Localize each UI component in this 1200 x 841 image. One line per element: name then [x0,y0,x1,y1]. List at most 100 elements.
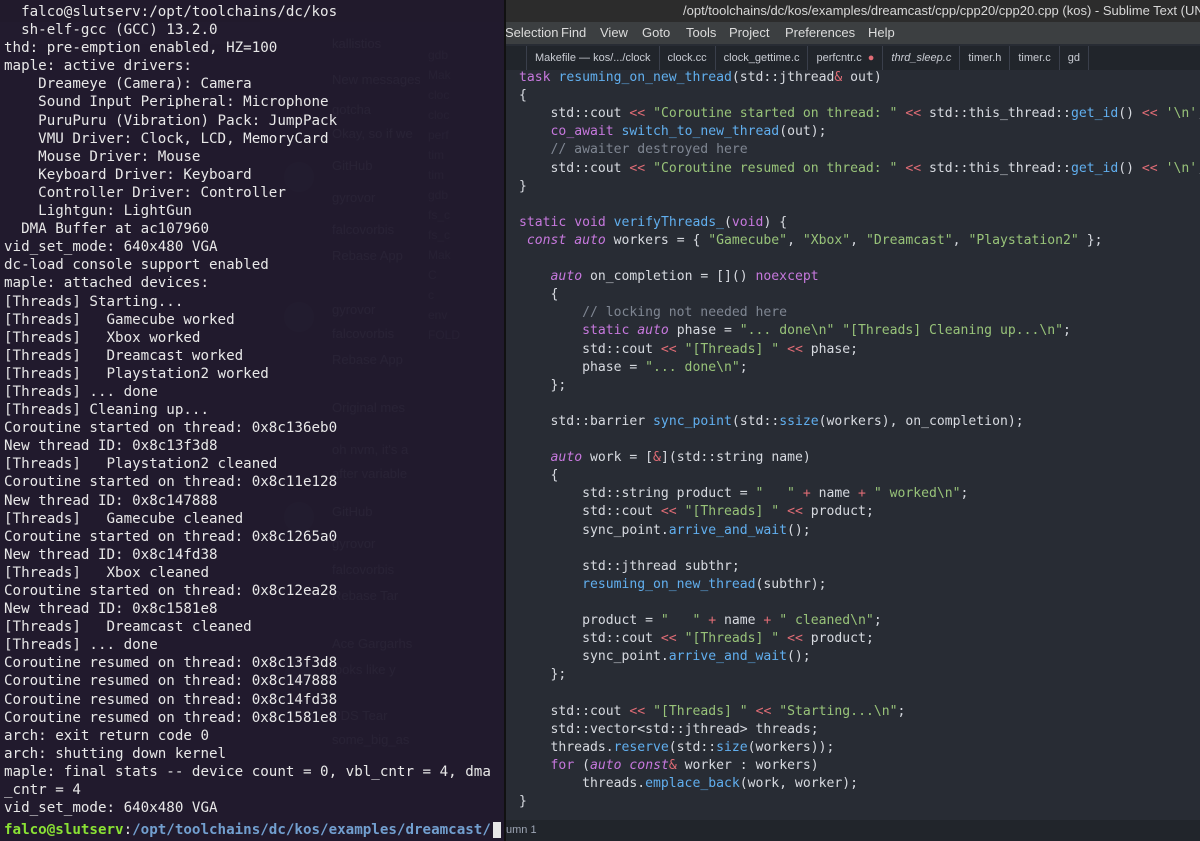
tab-label: gd [1067,52,1080,64]
terminal-line: arch: shutting down kernel [4,745,227,762]
prompt-user: falco@slutserv [4,822,124,838]
menu-preferences[interactable]: Preferences [785,22,855,44]
terminal-line: Lightgun: LightGun [4,203,192,220]
tab-file[interactable]: perfcntr.c ● [808,46,884,70]
code-line: std::barrier sync_point(std::ssize(worke… [519,413,1024,429]
tab-label: clock.cc [667,52,707,64]
code-line: std::vector<std::jthread> threads; [519,721,819,737]
terminal-line: [Threads] ... done [4,637,158,654]
sublime-status-bar: umn 1 [506,820,1200,841]
menu-goto[interactable]: Goto [642,22,670,44]
terminal-line: sh-elf-gcc (GCC) 13.2.0 [4,22,218,39]
tab-label: timer.c [1018,52,1051,64]
terminal-line: Dreameye (Camera): Camera [4,76,252,93]
code-line: auto on_completion = []() noexcept [550,269,819,285]
code-line: std::string product = " " + name + " wor… [519,486,969,502]
code-line: } [519,794,527,809]
tab-file[interactable]: clock_gettime.c [716,46,809,70]
terminal-line: Coroutine started on thread: 0x8c12ea28 [4,583,338,599]
terminal-line: maple: final stats -- device count = 0, … [4,763,491,780]
terminal-line: [Threads] Gamecube worked [4,311,235,328]
terminal-line: [Threads] Playstation2 worked [4,365,269,382]
menu-help[interactable]: Help [868,22,895,44]
menu-tools[interactable]: Tools [686,22,716,44]
code-line: static auto phase = "... done\n" "[Threa… [582,323,1071,339]
tab-overflow-left[interactable] [506,46,527,70]
code-line: resuming_on_new_thread(subthr); [582,576,827,592]
terminal-output: falco@slutserv:/opt/toolchains/dc/kos sh… [4,3,502,817]
terminal-line: PuruPuru (Vibration) Pack: JumpPack [4,112,338,129]
terminal-line: [Threads] Playstation2 cleaned [4,456,278,473]
tab-file[interactable]: clock.cc [660,46,716,70]
code-line: // awaiter destroyed here [519,142,748,158]
code-line: sync_point.arrive_and_wait(); [519,522,811,538]
code-line: std::cout << "[Threads] " << product; [519,504,874,520]
code-line: }; [519,667,567,683]
terminal-line: New thread ID: 0x8c1581e8 [4,601,218,618]
code-line: std::cout << "[Threads] " << phase; [519,341,859,357]
code-line: std::cout << "[Threads] " << product; [519,631,874,647]
code-line: auto work = [&](std::string name) [550,450,811,466]
code-line: std::cout << "[Threads] " << "Starting..… [519,703,906,719]
code-line: std::cout << "Coroutine started on threa… [519,106,1200,122]
code-line: phase = "... done\n"; [519,359,748,375]
tab-file[interactable]: gd [1060,46,1089,70]
window-divider [504,0,506,841]
tab-label: perfcntr.c [816,52,862,64]
status-column-text: umn 1 [506,824,537,836]
terminal-line: Coroutine resumed on thread: 0x8c1581e8 [4,709,338,726]
menu-project[interactable]: Project [729,22,769,44]
menu-find[interactable]: Find [561,22,586,44]
terminal-line: [Threads] ... done [4,383,158,400]
terminal-line: VMU Driver: Clock, LCD, MemoryCard [4,130,329,147]
terminal-line: New thread ID: 0x8c14fd38 [4,546,218,563]
code-line: std::jthread subthr; [519,558,740,574]
menu-view[interactable]: View [600,22,628,44]
code-line: std::cout << "Coroutine resumed on threa… [519,160,1200,176]
terminal-line: New thread ID: 0x8c13f3d8 [4,438,218,455]
code-line: { [519,287,559,303]
code-line: { [519,468,559,484]
terminal-window[interactable]: falco@slutserv:/opt/toolchains/dc/kos sh… [0,0,504,841]
terminal-line: Controller Driver: Controller [4,184,286,201]
menu-selection[interactable]: Selection [505,22,558,44]
terminal-line: _cntr = 4 [4,782,81,799]
code-editor[interactable]: task resuming_on_new_thread(std::jthread… [506,70,1200,820]
terminal-line: Coroutine resumed on thread: 0x8c14fd38 [4,691,338,708]
terminal-line: Coroutine resumed on thread: 0x8c13f3d8 [4,655,338,672]
terminal-line: [Threads] Gamecube cleaned [4,510,244,527]
terminal-line: thd: pre-emption enabled, HZ=100 [4,40,278,57]
tab-file[interactable]: timer.c [1010,46,1060,70]
tab-label: timer.h [968,52,1002,64]
terminal-line: Keyboard Driver: Keyboard [4,166,252,183]
terminal-line: arch: exit return code 0 [4,727,209,744]
prompt-separator: : [123,822,133,838]
terminal-line: [Threads] Xbox worked [4,329,201,346]
terminal-line: vid_set_mode: 640x480 VGA [4,800,218,817]
code-line: sync_point.arrive_and_wait(); [519,649,811,665]
terminal-line: maple: attached devices: [4,275,209,292]
terminal-prompt[interactable]: falco@slutserv:/opt/toolchains/dc/kos/ex… [4,821,501,839]
tab-file[interactable]: timer.h [960,46,1011,70]
editor-tab-bar: Makefile — kos/.../clock clock.cc clock_ge… [506,46,1200,70]
prompt-path: /opt/toolchains/dc/kos/examples/dreamcas… [132,822,491,838]
terminal-line: [Threads] Starting... [4,293,184,310]
terminal-line: Mouse Driver: Mouse [4,148,201,165]
tab-file[interactable]: Makefile — kos/.../clock [527,46,660,70]
terminal-line: DMA Buffer at ac107960 [4,221,209,238]
tab-file[interactable]: thrd_sleep.c [883,46,961,70]
terminal-line: falco@slutserv:/opt/toolchains/dc/kos [4,4,338,20]
terminal-line: maple: active drivers: [4,58,192,75]
code-line: product = " " + name + " cleaned\n"; [519,613,882,628]
code-line: { [519,88,527,104]
terminal-line: [Threads] Dreamcast worked [4,347,244,364]
code-line: }; [519,377,567,393]
terminal-line: [Threads] Xbox cleaned [4,564,209,581]
terminal-line: Coroutine started on thread: 0x8c11e128 [4,474,338,491]
code-line: task resuming_on_new_thread(std::jthread… [519,70,882,85]
terminal-line: dc-load console support enabled [4,257,269,274]
terminal-line: vid_set_mode: 640x480 VGA [4,239,218,256]
terminal-line: Coroutine started on thread: 0x8c136eb0 [4,420,338,437]
code-line: } [519,178,527,194]
code-line: threads.reserve(std::size(workers)); [519,739,835,755]
